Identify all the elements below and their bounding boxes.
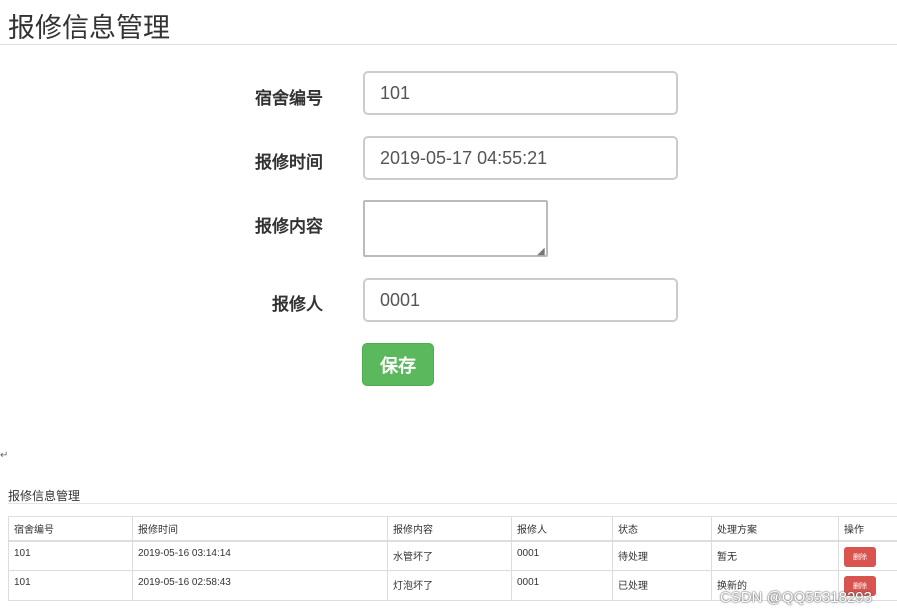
save-button[interactable]: 保存 bbox=[362, 343, 434, 386]
page-title: 报修信息管理 bbox=[8, 13, 170, 43]
cell-status: 已处理 bbox=[612, 570, 712, 601]
cell-time: 2019-05-16 02:58:43 bbox=[132, 570, 388, 601]
header-time: 报修时间 bbox=[132, 516, 388, 542]
divider bbox=[8, 503, 897, 504]
cell-reporter: 0001 bbox=[511, 570, 613, 601]
header-solution: 处理方案 bbox=[711, 516, 839, 542]
cell-content: 水管坏了 bbox=[387, 540, 512, 571]
table-row: 101 2019-05-16 03:14:14 水管坏了 0001 待处理 暂无… bbox=[8, 540, 897, 571]
header-reporter: 报修人 bbox=[511, 516, 613, 542]
cell-room: 101 bbox=[8, 540, 133, 571]
time-label: 报修时间 bbox=[255, 153, 323, 172]
header-content: 报修内容 bbox=[387, 516, 512, 542]
cell-content: 灯泡坏了 bbox=[387, 570, 512, 601]
reporter-input[interactable] bbox=[363, 278, 678, 322]
header-status: 状态 bbox=[612, 516, 712, 542]
room-label: 宿舍编号 bbox=[255, 89, 323, 108]
header-room: 宿舍编号 bbox=[8, 516, 133, 542]
cell-room: 101 bbox=[8, 570, 133, 601]
room-input[interactable] bbox=[363, 71, 678, 115]
time-input[interactable] bbox=[363, 136, 678, 180]
content-textarea[interactable] bbox=[363, 200, 548, 257]
delete-button[interactable]: 删除 bbox=[844, 546, 876, 567]
return-mark: ↵ bbox=[0, 450, 9, 461]
cell-time: 2019-05-16 03:14:14 bbox=[132, 540, 388, 571]
cell-reporter: 0001 bbox=[511, 540, 613, 571]
table-header: 宿舍编号 报修时间 报修内容 报修人 状态 处理方案 操作 bbox=[8, 516, 897, 542]
list-title: 报修信息管理 bbox=[8, 489, 81, 503]
content-label: 报修内容 bbox=[255, 217, 323, 236]
cell-action: 删除 bbox=[838, 540, 897, 571]
divider bbox=[0, 44, 897, 45]
reporter-label: 报修人 bbox=[272, 295, 323, 314]
watermark: CSDN @QQ55318293 bbox=[720, 589, 872, 606]
header-action: 操作 bbox=[838, 516, 897, 542]
cell-solution: 暂无 bbox=[711, 540, 839, 571]
resize-grip-icon[interactable]: ◢ bbox=[537, 246, 545, 257]
cell-status: 待处理 bbox=[612, 540, 712, 571]
